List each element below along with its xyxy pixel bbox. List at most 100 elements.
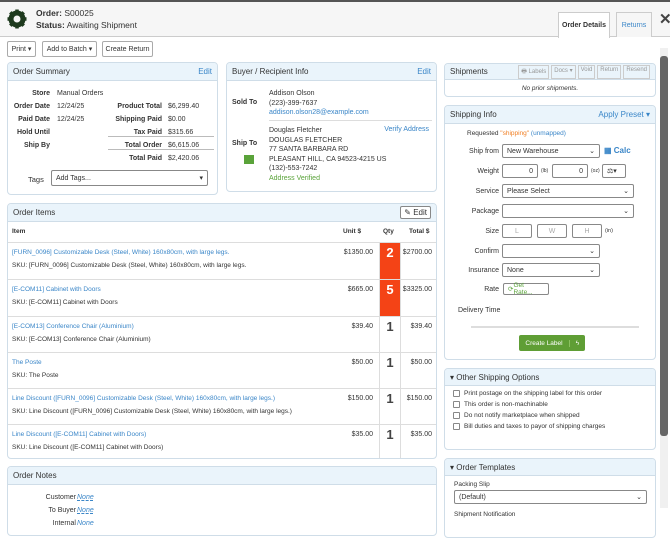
scale-button[interactable]: ⚖▾ [602,164,626,178]
height-input[interactable]: H [572,224,602,238]
ship-to-label: Ship To [232,140,258,147]
gear-icon [7,9,27,29]
table-row: [E-COM13] Conference Chair (Aluminium) S… [8,316,436,352]
weight-oz-input[interactable]: 0 [552,164,588,178]
docs-button[interactable]: Docs ▾ [551,64,576,79]
totals-values: $6,299.40 $0.00 $315.66 $6,615.06 $2,420.06 [168,103,200,162]
scrollbar[interactable] [660,48,668,508]
sold-to-label: Sold To [232,99,258,106]
panel-title: Shipments [450,67,488,76]
panel-title[interactable]: ▾ Order Templates [450,463,515,472]
ship-to-info: Douglas Fletcher DOUGLAS FLETCHER 77 SANTA… [269,127,387,182]
table-row: The Poste SKU: The Poste $50.00 1 $50.00 [8,352,436,388]
order-templates-panel: ▾ Order Templates Packing Slip (Default)… [444,458,656,538]
packing-slip-select[interactable]: (Default) ⌄ [454,490,647,504]
panel-title: Order Items [13,208,56,217]
ship-from-label: Ship from [469,148,499,155]
resend-button[interactable]: Resend [623,64,650,79]
order-id: Order: S00025 [36,8,94,18]
order-items-panel: Order Items ✎ Edit Item Unit $ Qty Total … [7,203,437,459]
option-bill-duties[interactable]: Bill duties and taxes to payor of shippi… [453,423,655,430]
void-button[interactable]: Void [577,64,596,79]
verify-address-link[interactable]: Verify Address [384,126,429,133]
item-qty: 1 [379,389,401,424]
rate-label: Rate [484,286,499,293]
create-return-button[interactable]: Create Return [102,41,153,57]
panel-title[interactable]: ▾ Other Shipping Options [450,373,539,382]
insurance-label: Insurance [468,267,499,274]
print-button[interactable]: Print ▾ [7,41,36,57]
item-name-link[interactable]: Line Discount ([FURN_0096] Customizable … [12,395,275,402]
item-unit-price: $50.00 [351,359,373,366]
panel-title: Shipping Info [450,110,497,119]
item-name-link[interactable]: [FURN_0096] Customizable Desk (Steel, Wh… [12,249,229,256]
shipping-info-panel: Shipping Info Apply Preset ▾ Requested "s… [444,105,656,360]
panel-title: Buyer / Recipient Info [232,67,309,76]
option-print-postage[interactable]: Print postage on the shipping label for … [453,390,655,397]
packing-slip-label: Packing Slip [454,481,490,488]
ship-from-select[interactable]: New Warehouse ⌄ [502,144,600,158]
divider [471,326,639,328]
weight-lb-input[interactable]: 0 [502,164,538,178]
confirm-select[interactable]: ⌄ [502,244,600,258]
item-qty: 1 [379,353,401,388]
table-row: Line Discount ([FURN_0096] Customizable … [8,388,436,424]
add-to-batch-button[interactable]: Add to Batch ▾ [42,41,97,57]
table-header: Item Unit $ Qty Total $ [12,228,430,235]
order-status: Status: Awaiting Shipment [36,20,137,30]
service-label: Service [475,188,499,195]
order-summary-panel: Order Summary Edit Store Order Date Paid Da… [7,62,218,195]
option-non-machinable[interactable]: This order is non-machinable [453,401,655,408]
item-total: $3325.00 [402,286,432,293]
item-unit-price: $665.00 [347,286,373,293]
return-button[interactable]: Return [597,64,622,79]
buyer-panel: Buyer / Recipient Info Edit Sold To Addis… [226,62,437,192]
item-qty: 1 [379,425,401,458]
edit-items-button[interactable]: ✎ Edit [400,206,431,219]
service-select[interactable]: Please Select ⌄ [502,184,634,198]
divider [108,136,214,137]
apply-preset-button[interactable]: Apply Preset ▾ [598,110,650,119]
building-icon [244,155,254,164]
insurance-select[interactable]: None ⌄ [502,263,600,277]
length-input[interactable]: L [502,224,532,238]
lightning-icon: ϟ [569,339,585,347]
size-label: Size [485,228,499,235]
panel-title: Order Notes [13,471,57,480]
totals-labels: Product Total Shipping Paid Tax Paid Total … [115,103,162,162]
other-shipping-options-panel: ▾ Other Shipping Options Print postage o… [444,368,656,450]
width-input[interactable]: W [537,224,567,238]
weight-label: Weight [477,168,499,175]
divider [269,120,432,121]
item-name-link[interactable]: [E-COM13] Conference Chair (Aluminium) [12,323,134,330]
sold-to-info: Addison Olson (223)-399-7637 addison.olson… [269,90,369,116]
no-shipments-text: No prior shipments. [521,85,579,92]
item-qty: 1 [379,317,401,352]
edit-buyer-link[interactable]: Edit [417,67,431,76]
item-name-link[interactable]: [E-COM11] Cabinet with Doors [12,286,101,293]
edit-summary-link[interactable]: Edit [198,67,212,76]
item-total: $35.00 [410,431,432,438]
item-sku: SKU: [E-COM11] Cabinet with Doors [12,299,118,306]
tab-order-details[interactable]: Order Details [558,12,610,38]
summary-values: Manual Orders 12/24/25 12/24/25 [57,90,104,123]
option-do-not-notify[interactable]: Do not notify marketplace when shipped [453,412,655,419]
item-unit-price: $35.00 [351,431,373,438]
scrollbar-thumb[interactable] [660,56,668,436]
notes-values[interactable]: None None None [77,491,94,530]
summary-labels: Store Order Date Paid Date Hold Until Ship B… [13,90,50,149]
calc-button[interactable]: ▦ Calc [604,146,631,155]
item-qty: 5 [379,280,401,316]
create-label-button[interactable]: Create Label ϟ [519,335,585,351]
shipments-panel: Shipments 🖶 Labels Docs ▾ Void Return Re… [444,63,656,97]
item-name-link[interactable]: Line Discount ([E-COM11] Cabinet with Do… [12,431,146,438]
close-icon[interactable]: ✕ [659,10,670,28]
labels-button[interactable]: 🖶 Labels [518,64,550,79]
tags-select[interactable]: Add Tags... ▾ [51,170,208,186]
get-rate-button[interactable]: ⟳ Get Rate... [503,282,549,296]
oz-unit: (oz) [591,168,600,174]
package-select[interactable]: ⌄ [502,204,634,218]
item-unit-price: $150.00 [347,395,373,402]
item-name-link[interactable]: The Poste [12,359,42,366]
tab-returns[interactable]: Returns [616,12,652,37]
